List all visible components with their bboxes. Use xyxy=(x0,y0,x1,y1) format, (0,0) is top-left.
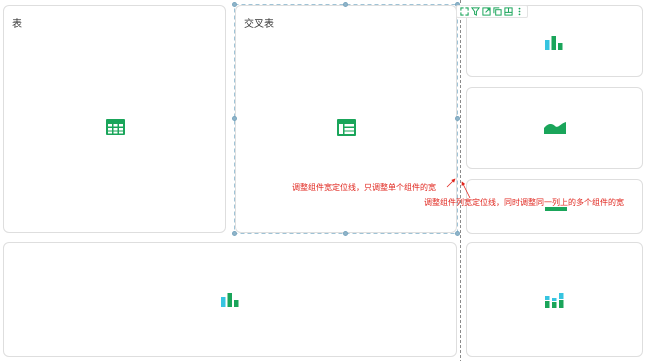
annotation-arrows xyxy=(446,178,471,199)
annotation-arrow-single xyxy=(446,178,456,188)
annotation-single-width: 调整组件宽定位线，只调整单个组件的宽 xyxy=(292,183,436,192)
annotation-arrow-column xyxy=(461,181,471,199)
annotation-column-width: 调整组件列宽定位线，同时调整同一列上的多个组件的宽 xyxy=(424,198,624,207)
